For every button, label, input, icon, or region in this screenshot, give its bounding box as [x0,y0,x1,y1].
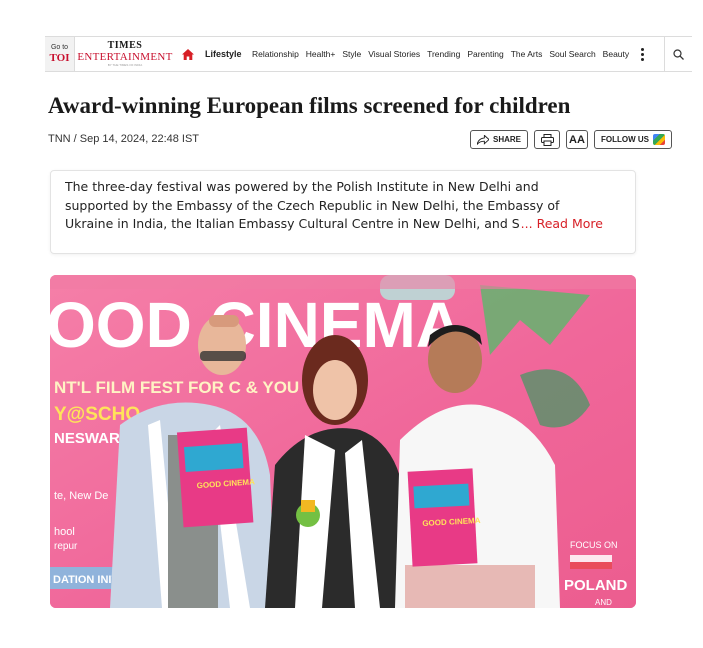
summary-line-3: Ukraine in India, the Italian Embassy Cu… [65,216,520,231]
nav-item-soul-search[interactable]: Soul Search [546,49,599,59]
poland-text: POLAND [564,577,628,594]
banner-title: OOD CINEMA [50,289,462,361]
nav-item-lifestyle[interactable]: Lifestyle [201,49,249,59]
brand-tagline: BY THE TIMES OF INDIA [107,63,143,67]
article-actions: SHARE AA FOLLOW US [470,130,672,149]
follow-us-label: FOLLOW US [601,135,649,144]
toi-logo: TOI [49,52,70,64]
print-button[interactable] [534,130,560,149]
nav-item-parenting[interactable]: Parenting [464,49,507,59]
share-label: SHARE [492,135,521,144]
home-icon [182,48,194,60]
article-byline: TNN / Sep 14, 2024, 22:48 IST [48,133,200,145]
nav-item-trending[interactable]: Trending [424,49,464,59]
nav-item-health-plus[interactable]: Health+ [302,49,339,59]
nav-item-beauty[interactable]: Beauty [599,49,632,59]
banner-text-3: te, New De [54,490,108,502]
home-button[interactable] [175,37,201,71]
event-photo: OOD CINEMA NT'L FILM FEST FOR C & YOU Y@… [50,275,636,608]
nav-item-relationship[interactable]: Relationship [249,49,303,59]
follow-us-button[interactable]: FOLLOW US [594,130,672,149]
banner-text-5: repur [54,541,78,552]
brand-entertainment: ENTERTAINMENT [77,51,173,63]
times-entertainment-logo[interactable]: TIMES ENTERTAINMENT BY THE TIMES OF INDI… [75,37,175,71]
nav-menu: Lifestyle Relationship Health+ Style Vis… [201,37,633,71]
nav-item-the-arts[interactable]: The Arts [507,49,546,59]
search-icon [673,48,684,60]
article-hero-image: OOD CINEMA NT'L FILM FEST FOR C & YOU Y@… [50,275,636,608]
google-news-icon [653,134,665,145]
top-navigation: Go to TOI TIMES ENTERTAINMENT BY THE TIM… [45,36,692,72]
search-button[interactable] [664,37,692,71]
read-more-link[interactable]: ... Read More [521,215,603,234]
font-size-button[interactable]: AA [566,130,588,149]
summary-line-1: The three-day festival was powered by th… [65,179,539,194]
focus-on-text: FOCUS ON [570,540,618,550]
more-vertical-icon[interactable] [635,47,651,61]
article-summary: The three-day festival was powered by th… [50,170,636,254]
banner-subtitle: NT'L FILM FEST FOR C & YOU [54,378,299,397]
share-button[interactable]: SHARE [470,130,528,149]
banner-text-4: hool [54,526,75,538]
goto-toi-link[interactable]: Go to TOI [45,37,75,71]
article-title: Award-winning European films screened fo… [48,93,571,118]
print-icon [540,133,554,146]
nav-item-visual-stories[interactable]: Visual Stories [365,49,424,59]
magazine-right: GOOD CINEMA [407,468,481,567]
brand-times: TIMES [107,40,143,51]
nav-item-style[interactable]: Style [339,49,365,59]
summary-line-2: supported by the Embassy of the Czech Re… [65,197,560,213]
goto-label: Go to [50,44,69,51]
and-text: AND [595,598,612,607]
magazine-left: GOOD CINEMA [176,427,255,528]
share-icon [477,134,489,145]
